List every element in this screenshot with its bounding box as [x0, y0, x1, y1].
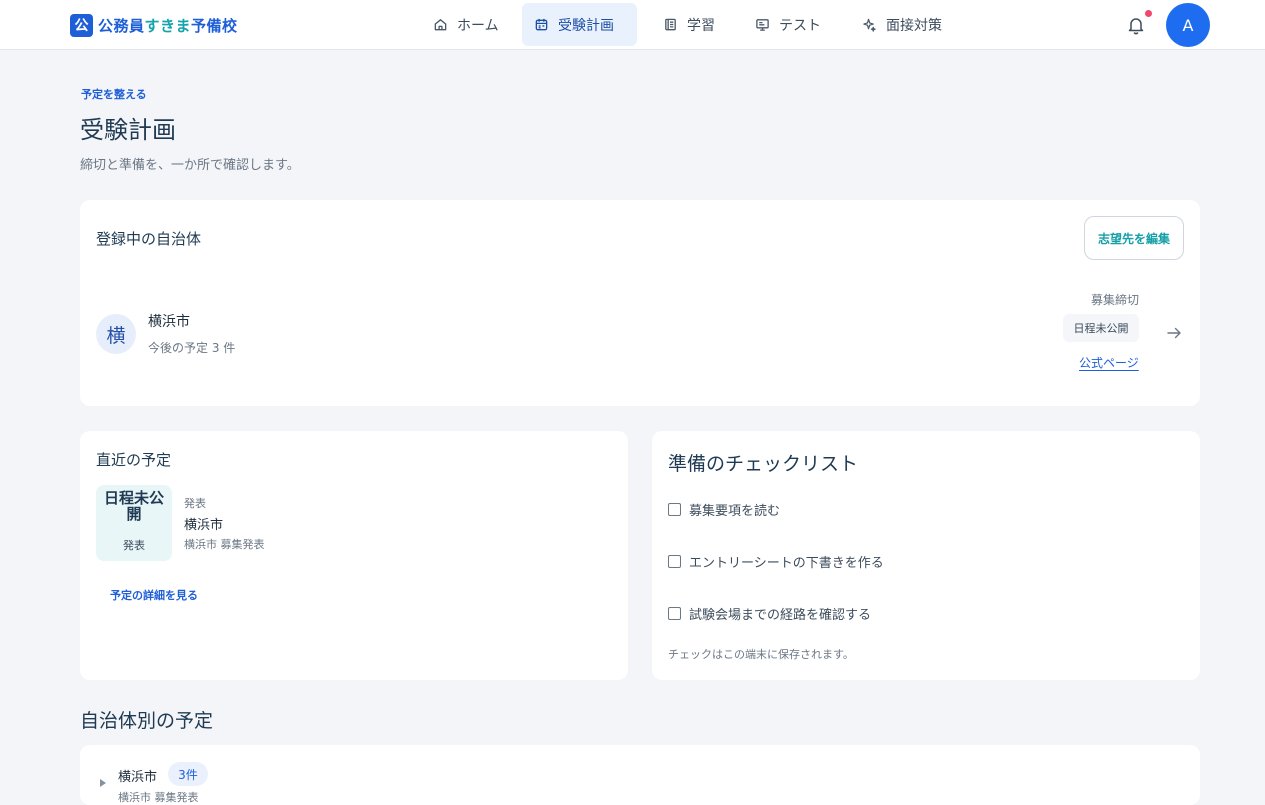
by-municipality-heading: 自治体別の予定 [80, 710, 214, 732]
arrow-right-icon[interactable] [1166, 325, 1182, 341]
nav-item-interview[interactable]: 面接対策 [850, 3, 960, 46]
main-nav: ホーム 受験計画 学習 テスト 面接対策 [0, 0, 1265, 50]
registered-municipalities-card: 登録中の自治体 [80, 200, 1200, 406]
event-type: 発表 [184, 497, 206, 510]
event-description: 横浜市 募集発表 [184, 538, 265, 551]
event-date-sub: 発表 [123, 539, 145, 552]
event-count-badge: 3件 [168, 762, 208, 786]
municipality-upcoming-count: 今後の予定 3 件 [148, 341, 236, 355]
checklist-item[interactable]: 試験会場までの経路を確認する [668, 604, 871, 623]
user-avatar[interactable]: A [1166, 3, 1210, 47]
calendar-icon [535, 18, 548, 31]
checkbox[interactable] [668, 555, 681, 568]
page-description: 締切と準備を、一か所で確認します。 [80, 158, 300, 173]
checkbox[interactable] [668, 503, 681, 516]
bell-icon[interactable] [1125, 14, 1147, 36]
nav-item-test-label: テスト [779, 17, 821, 34]
deadline-value-badge: 日程未公開 [1063, 314, 1139, 342]
nav-item-home-label: ホーム [457, 17, 499, 34]
edit-targets-button[interactable]: 志望先を編集 [1084, 216, 1184, 260]
checklist-item-label: エントリーシートの下書きを作る [689, 556, 884, 571]
checklist-item[interactable]: 募集要項を読む [668, 500, 780, 519]
registered-heading: 登録中の自治体 [96, 230, 202, 248]
municipality-name[interactable]: 横浜市 [148, 311, 190, 331]
deadline-label: 募集締切 [1091, 293, 1140, 307]
notification-dot [1145, 10, 1152, 17]
nav-item-study-label: 学習 [687, 17, 715, 34]
nav-item-test[interactable]: テスト [743, 3, 833, 46]
checklist-item-label: 募集要項を読む [689, 504, 781, 519]
municipality-row-name[interactable]: 横浜市 [118, 766, 157, 785]
municipality-avatar: 横 [96, 314, 136, 354]
notebook-icon [665, 18, 676, 31]
checkbox[interactable] [668, 607, 681, 620]
nav-item-exam-plan-label: 受験計画 [558, 17, 614, 34]
checklist-item-label: 試験会場までの経路を確認する [689, 608, 872, 623]
monitor-icon [756, 19, 769, 31]
event-name: 横浜市 [184, 518, 224, 533]
checklist-heading: 準備のチェックリスト [668, 453, 859, 475]
nav-item-exam-plan[interactable]: 受験計画 [522, 3, 637, 46]
page-eyebrow: 予定を整える [81, 88, 147, 101]
event-date-box: 日程未公開 発表 [96, 485, 172, 561]
nav-item-home[interactable]: ホーム [421, 3, 511, 46]
schedule-detail-link[interactable]: 予定の詳細を見る [110, 587, 198, 603]
top-bar: 公 公務員すきま予備校 ホーム 受験計画 学習 テスト 面接対策 A [0, 0, 1265, 50]
event-date: 日程未公開 [103, 489, 164, 523]
checklist-item[interactable]: エントリーシートの下書きを作る [668, 552, 884, 571]
nav-item-study[interactable]: 学習 [651, 3, 731, 46]
upcoming-heading: 直近の予定 [96, 451, 172, 469]
checklist-note: チェックはこの端末に保存されます。 [668, 648, 854, 661]
municipality-schedule-list [80, 745, 1200, 805]
municipality-row-sub: 横浜市 募集発表 [118, 791, 199, 804]
expand-toggle-icon[interactable] [100, 779, 106, 787]
nav-item-interview-label: 面接対策 [886, 17, 942, 34]
home-icon [434, 19, 447, 31]
sparkle-icon [863, 18, 876, 32]
page-title: 受験計画 [80, 116, 176, 144]
official-page-link[interactable]: 公式ページ [1079, 354, 1139, 371]
